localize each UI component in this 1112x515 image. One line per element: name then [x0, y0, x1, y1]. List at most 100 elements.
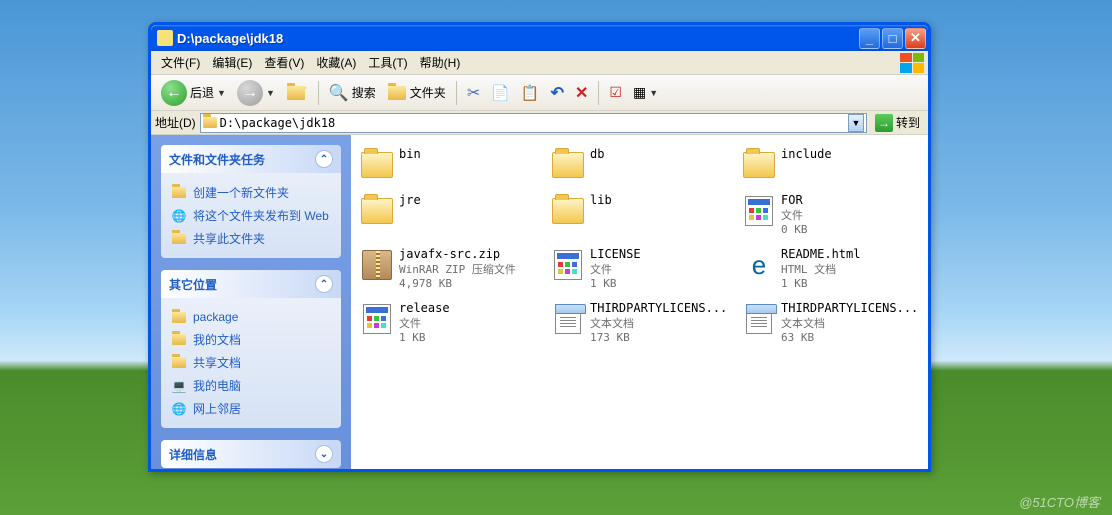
- other-title: 其它位置: [169, 276, 217, 293]
- search-button[interactable]: 🔍 搜索: [325, 79, 380, 107]
- file-name: THIRDPARTYLICENS...: [781, 301, 918, 317]
- chevron-down-icon: ⌄: [315, 445, 333, 463]
- file-item-lib[interactable]: lib: [548, 191, 731, 239]
- up-button[interactable]: ↑: [282, 79, 312, 107]
- tasks-title: 文件和文件夹任务: [169, 151, 265, 168]
- forward-arrow-icon: →: [242, 84, 258, 102]
- html-icon: e: [752, 250, 766, 281]
- menu-view[interactable]: 查看(V): [258, 52, 310, 73]
- cut-icon: ✂: [467, 83, 480, 103]
- file-name: javafx-src.zip: [399, 247, 516, 263]
- file-item-bin[interactable]: bin: [357, 145, 540, 185]
- folder-icon: [743, 152, 775, 178]
- file-item-thirdparty2[interactable]: THIRDPARTYLICENS... 文本文档 63 KB: [739, 299, 922, 347]
- other-shared-docs[interactable]: 共享文档: [171, 351, 331, 374]
- file-type: HTML 文档: [781, 263, 860, 277]
- address-label: 地址(D): [155, 114, 196, 131]
- file-item-javafx[interactable]: javafx-src.zip WinRAR ZIP 压缩文件 4,978 KB: [357, 245, 540, 293]
- paste-button[interactable]: 📋: [517, 79, 544, 107]
- delete-icon: ✕: [575, 83, 588, 103]
- other-parent[interactable]: package: [171, 306, 331, 328]
- file-size: 1 KB: [399, 331, 450, 345]
- forward-button[interactable]: → ▼: [233, 79, 279, 107]
- task-new-folder[interactable]: 创建一个新文件夹: [171, 181, 331, 204]
- file-type: 文件: [590, 263, 641, 277]
- titlebar[interactable]: D:\package\jdk18 _ □ ✕: [151, 25, 928, 51]
- other-my-computer[interactable]: 💻 我的电脑: [171, 374, 331, 397]
- properties-button[interactable]: ☑: [605, 79, 626, 107]
- copy-button[interactable]: 📄: [487, 79, 514, 107]
- delete-button[interactable]: ✕: [571, 79, 592, 107]
- file-item-db[interactable]: db: [548, 145, 731, 185]
- other-label: 网上邻居: [193, 400, 241, 417]
- file-type: 文本文档: [781, 317, 918, 331]
- globe-icon: 🌐: [171, 208, 187, 224]
- file-size: 4,978 KB: [399, 277, 516, 291]
- menu-favorites[interactable]: 收藏(A): [310, 52, 362, 73]
- go-button[interactable]: → 转到: [871, 114, 924, 132]
- menu-edit[interactable]: 编辑(E): [206, 52, 258, 73]
- file-type: 文本文档: [590, 317, 727, 331]
- file-item-jre[interactable]: jre: [357, 191, 540, 239]
- dropdown-icon: ▼: [649, 88, 658, 98]
- task-label: 创建一个新文件夹: [193, 184, 289, 201]
- cut-button[interactable]: ✂: [463, 79, 484, 107]
- undo-button[interactable]: ↶: [547, 79, 568, 107]
- network-icon: 🌐: [171, 401, 187, 417]
- file-size: 63 KB: [781, 331, 918, 345]
- task-share[interactable]: 共享此文件夹: [171, 227, 331, 250]
- file-item-readme[interactable]: e README.html HTML 文档 1 KB: [739, 245, 922, 293]
- window-title: D:\package\jdk18: [177, 31, 859, 46]
- folders-button[interactable]: 文件夹: [383, 79, 450, 107]
- back-button[interactable]: ← 后退 ▼: [157, 79, 230, 107]
- details-panel-header[interactable]: 详细信息 ⌄: [161, 440, 341, 468]
- addressbar: 地址(D) D:\package\jdk18 ▼ → 转到: [151, 111, 928, 135]
- menu-tools[interactable]: 工具(T): [362, 52, 413, 73]
- task-label: 共享此文件夹: [193, 230, 265, 247]
- file-item-license[interactable]: LICENSE 文件 1 KB: [548, 245, 731, 293]
- dropdown-icon: ▼: [266, 88, 275, 98]
- tasks-panel: 文件和文件夹任务 ⌃ 创建一个新文件夹 🌐 将这个文件夹发布到 Web 共享此文…: [161, 145, 341, 258]
- maximize-button[interactable]: □: [882, 28, 903, 49]
- views-icon: ▦: [633, 84, 646, 101]
- zip-icon: [362, 250, 392, 280]
- file-name: jre: [399, 193, 421, 209]
- copy-icon: 📄: [491, 84, 510, 102]
- file-name: LICENSE: [590, 247, 641, 263]
- other-places-panel: 其它位置 ⌃ package 我的文档 共享文档: [161, 270, 341, 428]
- close-button[interactable]: ✕: [905, 28, 926, 49]
- folder-icon: [157, 30, 173, 46]
- file-name: README.html: [781, 247, 860, 263]
- address-dropdown-icon[interactable]: ▼: [848, 114, 864, 132]
- file-type: WinRAR ZIP 压缩文件: [399, 263, 516, 277]
- tasks-panel-header[interactable]: 文件和文件夹任务 ⌃: [161, 145, 341, 173]
- go-arrow-icon: →: [875, 114, 893, 132]
- file-list[interactable]: bin db include jre lib: [351, 135, 928, 469]
- file-item-for[interactable]: FOR 文件 0 KB: [739, 191, 922, 239]
- task-label: 将这个文件夹发布到 Web: [193, 207, 329, 224]
- watermark: @51CTO博客: [1019, 492, 1100, 511]
- separator: [598, 81, 599, 105]
- other-label: 我的电脑: [193, 377, 241, 394]
- windows-logo-icon: [900, 53, 924, 73]
- other-panel-header[interactable]: 其它位置 ⌃: [161, 270, 341, 298]
- other-network[interactable]: 🌐 网上邻居: [171, 397, 331, 420]
- file-icon: [745, 196, 773, 226]
- menu-help[interactable]: 帮助(H): [414, 52, 467, 73]
- separator: [318, 81, 319, 105]
- folder-icon: [552, 198, 584, 224]
- minimize-button[interactable]: _: [859, 28, 880, 49]
- menu-file[interactable]: 文件(F): [155, 52, 206, 73]
- text-icon: [746, 304, 772, 334]
- address-input[interactable]: D:\package\jdk18 ▼: [200, 113, 867, 133]
- details-title: 详细信息: [169, 446, 217, 463]
- file-item-thirdparty1[interactable]: THIRDPARTYLICENS... 文本文档 173 KB: [548, 299, 731, 347]
- task-publish-web[interactable]: 🌐 将这个文件夹发布到 Web: [171, 204, 331, 227]
- check-icon: ☑: [609, 84, 622, 101]
- file-item-include[interactable]: include: [739, 145, 922, 185]
- file-name: release: [399, 301, 450, 317]
- other-my-docs[interactable]: 我的文档: [171, 328, 331, 351]
- views-button[interactable]: ▦ ▼: [629, 79, 662, 107]
- folder-icon: [361, 198, 393, 224]
- file-item-release[interactable]: release 文件 1 KB: [357, 299, 540, 347]
